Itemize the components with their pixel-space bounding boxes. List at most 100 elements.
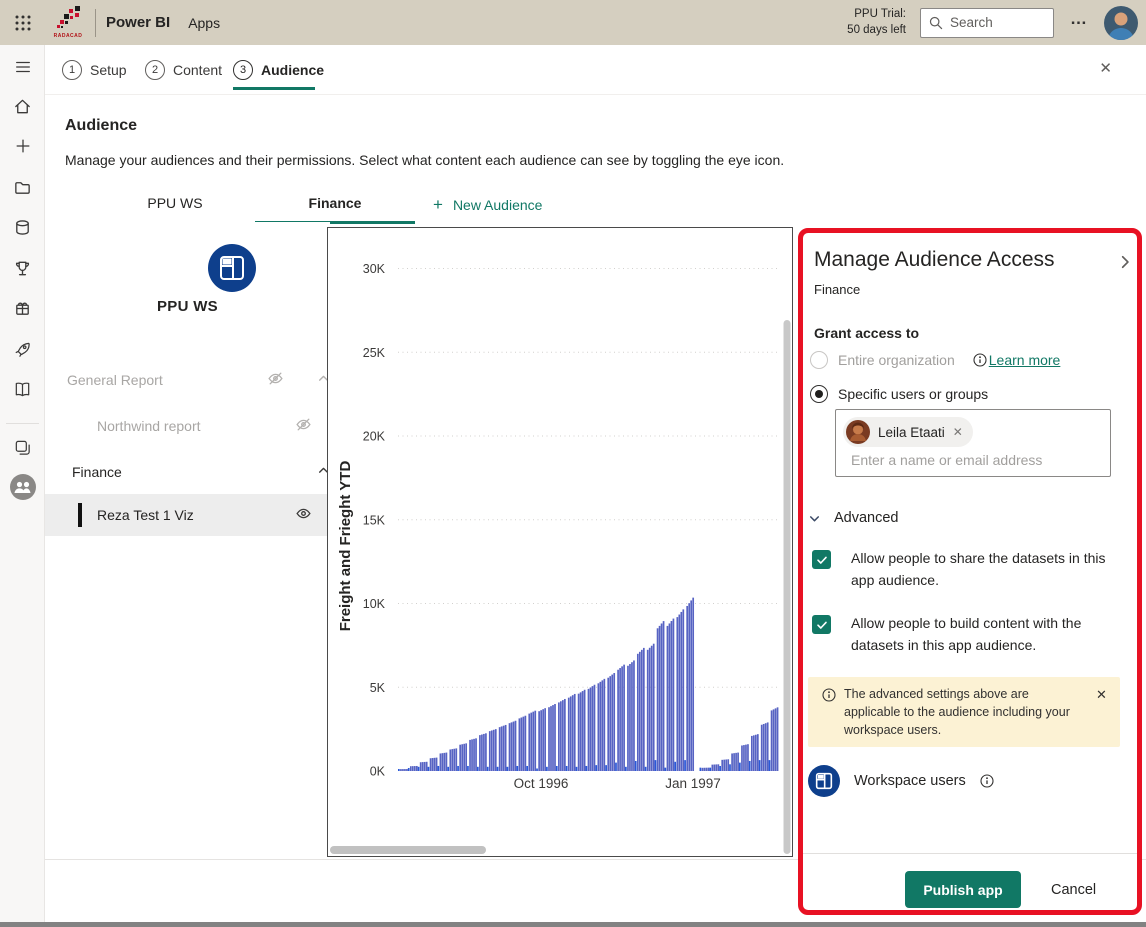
chart-bar-ytd[interactable] xyxy=(755,735,757,771)
chart-bar-ytd[interactable] xyxy=(503,726,505,771)
chart-bar-freight[interactable] xyxy=(635,761,637,771)
chart-bar-ytd[interactable] xyxy=(572,695,574,771)
chart-bar-ytd[interactable] xyxy=(463,744,465,771)
chart-bar-ytd[interactable] xyxy=(505,725,507,771)
chart-bar-ytd[interactable] xyxy=(580,692,582,771)
step-setup[interactable]: 1 Setup xyxy=(62,45,127,95)
chart-bar-ytd[interactable] xyxy=(432,758,434,771)
chart-bar-freight[interactable] xyxy=(739,763,741,771)
tab-finance[interactable]: Finance xyxy=(255,186,415,224)
banner-close-icon[interactable]: ✕ xyxy=(1096,687,1107,703)
chart-bar-ytd[interactable] xyxy=(442,753,444,771)
chart-bar-ytd[interactable] xyxy=(400,769,402,771)
chart-bar-freight[interactable] xyxy=(428,767,430,771)
chart-bar-ytd[interactable] xyxy=(588,689,590,771)
freight-chart[interactable]: 0K5K10K15K20K25K30KFreight and Frieght Y… xyxy=(328,228,792,856)
nav-home-icon[interactable] xyxy=(0,89,45,123)
content-item-reza-test-1-viz[interactable]: Reza Test 1 Viz xyxy=(45,494,330,536)
chart-bar-ytd[interactable] xyxy=(641,650,643,771)
chart-bar-ytd[interactable] xyxy=(590,687,592,771)
chart-bar-freight[interactable] xyxy=(437,766,439,771)
chart-bar-ytd[interactable] xyxy=(621,666,623,771)
chart-bar-freight[interactable] xyxy=(605,765,607,771)
chart-bar-ytd[interactable] xyxy=(404,769,406,771)
chart-bar-ytd[interactable] xyxy=(777,707,779,771)
chart-bar-ytd[interactable] xyxy=(717,764,719,771)
chart-bar-ytd[interactable] xyxy=(761,725,763,771)
chart-bar-ytd[interactable] xyxy=(721,760,723,771)
nav-deployment-pipelines-icon[interactable] xyxy=(0,332,45,366)
checkbox-checked-icon[interactable] xyxy=(812,550,831,569)
chart-bar-ytd[interactable] xyxy=(525,716,527,771)
people-picker-placeholder[interactable]: Enter a name or email address xyxy=(851,452,1042,468)
radio-circle[interactable] xyxy=(810,385,828,403)
chart-bar-ytd[interactable] xyxy=(629,664,631,771)
search-box[interactable] xyxy=(920,8,1054,38)
chart-bar-ytd[interactable] xyxy=(623,665,625,771)
people-picker[interactable]: Leila Etaati ✕ Enter a name or email add… xyxy=(835,409,1111,477)
chart-bar-freight[interactable] xyxy=(418,767,420,771)
chart-bar-freight[interactable] xyxy=(625,767,627,771)
step-content[interactable]: 2 Content xyxy=(145,45,222,95)
chart-bar-ytd[interactable] xyxy=(532,712,534,771)
chart-bar-ytd[interactable] xyxy=(548,707,550,771)
chart-bar-ytd[interactable] xyxy=(617,670,619,771)
chart-bar-ytd[interactable] xyxy=(604,679,606,771)
chart-bar-ytd[interactable] xyxy=(611,675,613,771)
chart-bar-ytd[interactable] xyxy=(609,676,611,771)
chart-bar-freight[interactable] xyxy=(516,766,518,771)
nav-browse-icon[interactable] xyxy=(0,170,45,204)
checkbox-build-content[interactable]: Allow people to build content with the d… xyxy=(812,613,1107,656)
chart-bar-ytd[interactable] xyxy=(637,654,639,771)
chart-bar-ytd[interactable] xyxy=(449,749,451,771)
content-item-northwind-report[interactable]: Northwind report xyxy=(45,410,330,442)
chart-bar-freight[interactable] xyxy=(526,766,528,771)
chart-bar-ytd[interactable] xyxy=(619,668,621,771)
chart-bar-ytd[interactable] xyxy=(446,753,448,771)
chart-bar-ytd[interactable] xyxy=(753,735,755,771)
chart-bar-ytd[interactable] xyxy=(671,621,673,771)
radio-specific-users[interactable]: Specific users or groups xyxy=(810,385,988,403)
chart-bar-ytd[interactable] xyxy=(692,598,694,771)
chart-bar-ytd[interactable] xyxy=(592,686,594,771)
chart-bar-ytd[interactable] xyxy=(745,745,747,771)
nav-menu-icon[interactable] xyxy=(0,50,45,84)
chart-bar-ytd[interactable] xyxy=(560,701,562,771)
chart-bar-ytd[interactable] xyxy=(723,760,725,771)
chart-bar-freight[interactable] xyxy=(674,762,676,771)
vertical-scrollbar[interactable] xyxy=(784,320,791,854)
chart-bar-freight[interactable] xyxy=(769,760,771,771)
nav-metrics-icon[interactable] xyxy=(0,251,45,285)
publish-app-button[interactable]: Publish app xyxy=(905,871,1021,908)
content-item-finance[interactable]: Finance xyxy=(45,456,330,488)
chart-bar-ytd[interactable] xyxy=(574,694,576,771)
chart-bar-ytd[interactable] xyxy=(422,762,424,771)
chart-bar-ytd[interactable] xyxy=(440,753,442,771)
chart-bar-ytd[interactable] xyxy=(544,708,546,771)
nav-learn-icon[interactable] xyxy=(0,372,45,406)
chart-bar-ytd[interactable] xyxy=(659,626,661,771)
wizard-close-icon[interactable]: ✕ xyxy=(1099,59,1112,77)
chart-bar-ytd[interactable] xyxy=(485,733,487,771)
nav-apps-icon[interactable] xyxy=(0,291,45,325)
chart-bar-ytd[interactable] xyxy=(582,691,584,771)
chart-bar-ytd[interactable] xyxy=(451,749,453,771)
chart-bar-ytd[interactable] xyxy=(613,673,615,771)
chart-bar-ytd[interactable] xyxy=(649,648,651,771)
chart-bar-freight[interactable] xyxy=(467,766,469,771)
chart-bar-ytd[interactable] xyxy=(706,768,708,771)
chart-bar-ytd[interactable] xyxy=(627,666,629,771)
chart-bar-freight[interactable] xyxy=(664,768,666,771)
chart-bar-ytd[interactable] xyxy=(491,730,493,771)
chart-bar-freight[interactable] xyxy=(447,767,449,771)
chart-bar-ytd[interactable] xyxy=(727,759,729,771)
search-input[interactable] xyxy=(950,15,1040,30)
chart-bar-ytd[interactable] xyxy=(528,714,530,771)
chart-bar-ytd[interactable] xyxy=(765,723,767,771)
chart-bar-freight[interactable] xyxy=(477,767,479,771)
chart-bar-ytd[interactable] xyxy=(661,623,663,771)
chart-bar-ytd[interactable] xyxy=(688,603,690,771)
chart-bar-ytd[interactable] xyxy=(647,650,649,771)
chart-bar-ytd[interactable] xyxy=(651,646,653,771)
chart-bar-ytd[interactable] xyxy=(469,740,471,771)
